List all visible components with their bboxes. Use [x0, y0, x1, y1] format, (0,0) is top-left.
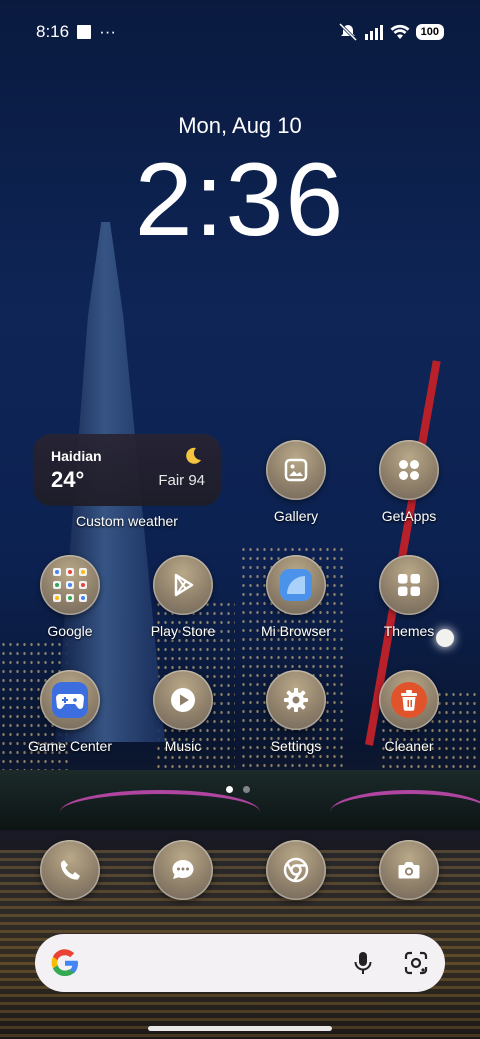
- camera-icon: [379, 840, 439, 900]
- status-bar: 8:16 ··· 100: [36, 20, 444, 44]
- clock-widget[interactable]: 2:36: [0, 148, 480, 252]
- gallery-icon: [266, 440, 326, 500]
- google-lens-icon[interactable]: [403, 951, 429, 975]
- gesture-nav-bar[interactable]: [148, 1026, 332, 1031]
- dock-chrome[interactable]: [241, 840, 351, 900]
- settings-gear-icon: [266, 670, 326, 730]
- dock-phone[interactable]: [15, 840, 125, 900]
- mute-vibrate-icon: [338, 23, 358, 41]
- wifi-icon: [390, 24, 410, 40]
- app-label: GetApps: [381, 508, 437, 524]
- app-label: Google: [47, 623, 93, 639]
- app-getapps[interactable]: GetApps: [354, 440, 464, 524]
- microphone-icon[interactable]: [353, 951, 373, 975]
- app-label: Mi Browser: [260, 623, 331, 639]
- app-label: Game Center: [27, 738, 113, 754]
- app-settings[interactable]: Settings: [241, 670, 351, 754]
- app-cleaner[interactable]: Cleaner: [354, 670, 464, 754]
- weather-temp: 24°: [51, 467, 85, 492]
- weather-widget-label: Custom weather: [76, 513, 178, 529]
- chrome-icon: [266, 840, 326, 900]
- page-dot: [243, 786, 250, 793]
- weather-condition: Fair 94: [158, 472, 205, 489]
- page-indicator[interactable]: [226, 786, 250, 793]
- app-label: Gallery: [273, 508, 319, 524]
- app-label: Cleaner: [384, 738, 434, 754]
- music-play-icon: [153, 670, 213, 730]
- app-music[interactable]: Music: [128, 670, 238, 754]
- game-center-icon: [40, 670, 100, 730]
- crescent-moon-icon: [183, 446, 203, 466]
- battery-icon: 100: [415, 24, 444, 40]
- mi-browser-icon: [266, 555, 326, 615]
- app-mi-browser[interactable]: Mi Browser: [241, 555, 351, 639]
- getapps-icon: [379, 440, 439, 500]
- play-store-icon: [153, 555, 213, 615]
- dock-camera[interactable]: [354, 840, 464, 900]
- phone-icon: [40, 840, 100, 900]
- app-label: Play Store: [150, 623, 216, 639]
- google-g-logo-icon: [49, 947, 81, 979]
- app-play-store[interactable]: Play Store: [128, 555, 238, 639]
- weather-widget[interactable]: Haidian 24° Fair 94: [33, 434, 221, 506]
- dock-messages[interactable]: [128, 840, 238, 900]
- google-search-bar[interactable]: [35, 934, 445, 992]
- google-folder-icon: [40, 555, 100, 615]
- app-google-folder[interactable]: Google: [15, 555, 125, 639]
- signal-icon: [364, 24, 384, 40]
- page-dot-active: [226, 786, 233, 793]
- more-notifications-icon: ···: [99, 22, 117, 41]
- app-themes[interactable]: Themes: [354, 555, 464, 639]
- status-time: 8:16: [36, 22, 70, 41]
- app-label: Themes: [383, 623, 435, 639]
- app-gallery[interactable]: Gallery: [241, 440, 351, 524]
- cleaner-trash-icon: [379, 670, 439, 730]
- weather-city: Haidian: [51, 448, 102, 464]
- themes-icon: [379, 555, 439, 615]
- date-text: Mon, Aug 10: [178, 113, 302, 138]
- messages-icon: [153, 840, 213, 900]
- app-label: Settings: [270, 738, 322, 754]
- app-game-center[interactable]: Game Center: [15, 670, 125, 754]
- app-label: Music: [164, 738, 202, 754]
- notification-icon: [77, 25, 92, 39]
